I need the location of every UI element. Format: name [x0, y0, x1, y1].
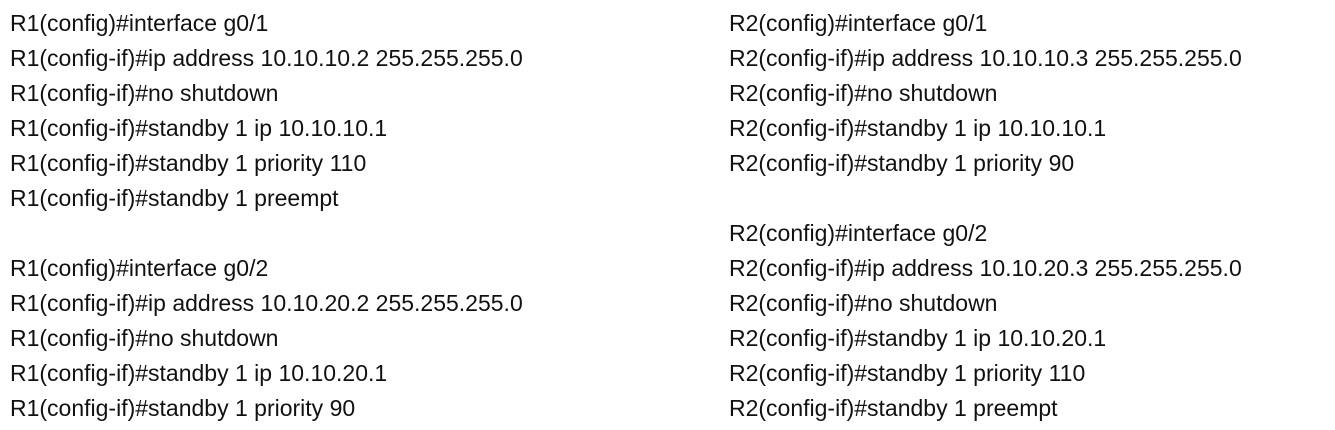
config-line: R2(config-if)#standby 1 ip 10.10.10.1 [729, 115, 1107, 141]
config-line: R2(config-if)#ip address 10.10.10.3 255.… [729, 45, 1242, 71]
config-line: R2(config-if)#standby 1 priority 90 [729, 150, 1075, 176]
config-line: R1(config-if)#standby 1 priority 90 [10, 395, 356, 421]
config-line: R2(config-if)#ip address 10.10.20.3 255.… [729, 255, 1242, 281]
config-line: R1(config)#interface g0/2 [10, 255, 269, 281]
config-line: R1(config-if)#standby 1 priority 110 [10, 150, 367, 176]
config-line: R2(config-if)#standby 1 priority 110 [729, 360, 1086, 386]
config-line: R1(config-if)#no shutdown [10, 80, 279, 106]
config-line: R2(config-if)#no shutdown [729, 80, 998, 106]
config-line: R1(config-if)#ip address 10.10.10.2 255.… [10, 45, 523, 71]
r1-config-column: R1(config)#interface g0/1 R1(config-if)#… [10, 6, 650, 426]
r2-interface-g0-1-block: R2(config)#interface g0/1 R2(config-if)#… [729, 6, 1335, 181]
config-line: R2(config-if)#no shutdown [729, 290, 998, 316]
config-line: R2(config)#interface g0/2 [729, 220, 988, 246]
config-line: R2(config)#interface g0/1 [729, 10, 988, 36]
config-line: R2(config-if)#standby 1 ip 10.10.20.1 [729, 325, 1107, 351]
config-line: R1(config-if)#ip address 10.10.20.2 255.… [10, 290, 523, 316]
config-line: R1(config-if)#no shutdown [10, 325, 279, 351]
r1-interface-g0-2-block: R1(config)#interface g0/2 R1(config-if)#… [10, 251, 650, 426]
config-line: R2(config-if)#standby 1 preempt [729, 395, 1058, 421]
config-line: R1(config-if)#standby 1 ip 10.10.20.1 [10, 360, 388, 386]
config-line: R1(config)#interface g0/1 [10, 10, 269, 36]
r2-interface-g0-2-block: R2(config)#interface g0/2 R2(config-if)#… [729, 216, 1335, 426]
r1-interface-g0-1-block: R1(config)#interface g0/1 R1(config-if)#… [10, 6, 650, 216]
r2-config-column: R2(config)#interface g0/1 R2(config-if)#… [729, 6, 1335, 426]
config-line: R1(config-if)#standby 1 ip 10.10.10.1 [10, 115, 388, 141]
config-line: R1(config-if)#standby 1 preempt [10, 185, 339, 211]
